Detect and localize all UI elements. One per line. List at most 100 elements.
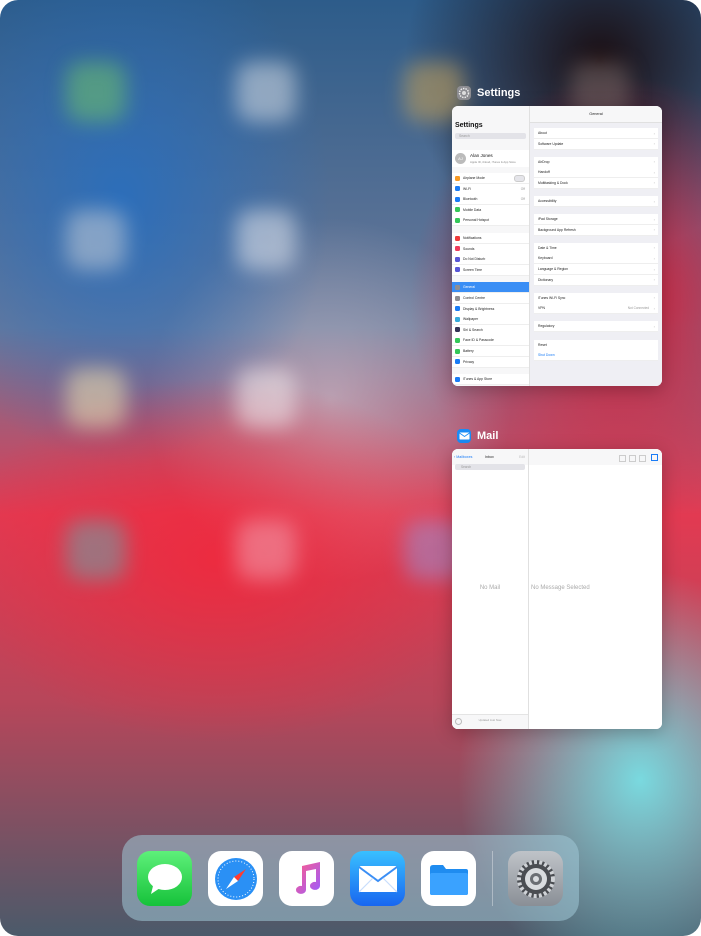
settings-item-label: Battery xyxy=(463,349,474,353)
general-list-item[interactable]: About › xyxy=(534,128,658,139)
general-list-item[interactable]: Background App Refresh › xyxy=(534,224,658,236)
settings-card-title[interactable]: Settings xyxy=(457,86,520,100)
settings-sidebar-item[interactable]: Bluetooth Off xyxy=(452,194,529,206)
general-list-item[interactable]: Date & Time › xyxy=(534,242,658,254)
mailboxes-back-label: Mailboxes xyxy=(456,455,473,459)
mail-card-title[interactable]: Mail xyxy=(457,429,498,443)
settings-item-label: Do Not Disturb xyxy=(463,257,486,262)
settings-sidebar-item[interactable]: Face ID & Passcode xyxy=(452,335,529,347)
settings-item-icon xyxy=(455,246,460,252)
general-item-label: About xyxy=(538,131,547,135)
settings-item-label: Siri & Search xyxy=(463,327,483,332)
settings-sidebar-item[interactable]: Siri & Search xyxy=(452,324,529,336)
settings-item-icon xyxy=(455,337,460,343)
blurred-home-icon xyxy=(66,210,126,270)
settings-item-label: Bluetooth xyxy=(463,197,478,202)
settings-sidebar-item[interactable]: Display & Brightness xyxy=(452,303,529,315)
dock-app-messages[interactable] xyxy=(137,851,192,906)
profile-name: Alan Jones xyxy=(470,153,493,158)
messages-icon xyxy=(147,863,182,894)
settings-sidebar-item[interactable]: Control Centre xyxy=(452,293,529,304)
chevron-right-icon: › xyxy=(653,130,655,136)
general-list-item[interactable]: VPN Not Connected › xyxy=(534,303,658,315)
settings-sidebar-item[interactable]: iTunes & App Store xyxy=(452,374,529,386)
settings-item-label: Airplane Mode xyxy=(463,176,485,180)
settings-profile-row[interactable]: AJ Alan Jones Apple ID, iCloud, iTunes &… xyxy=(452,150,529,167)
general-item-label: VPN xyxy=(538,306,545,311)
settings-sidebar-item[interactable]: Personal Hotspot xyxy=(452,215,529,227)
general-list-item[interactable]: Dictionary › xyxy=(534,274,658,286)
compose-icon[interactable] xyxy=(651,454,658,461)
chevron-right-icon: › xyxy=(653,169,655,175)
settings-app-card[interactable]: Settings Search AJ Alan Jones Apple ID, … xyxy=(452,106,662,386)
settings-item-icon xyxy=(455,359,460,365)
general-list-item[interactable]: Regulatory › xyxy=(534,321,658,333)
trash-icon[interactable] xyxy=(639,455,646,462)
settings-item-label: Display & Brightness xyxy=(463,306,495,311)
chevron-right-icon: › xyxy=(653,323,655,329)
general-list-item[interactable]: Language & Region › xyxy=(534,264,658,275)
settings-sidebar-item[interactable]: Battery xyxy=(452,346,529,357)
flag-icon[interactable] xyxy=(619,455,626,462)
dock-app-safari[interactable] xyxy=(208,851,263,906)
general-item-label: Background App Refresh xyxy=(538,227,576,232)
chevron-right-icon: › xyxy=(653,159,655,165)
app-switcher-screen: Settings Settings Search AJ Alan Jones A… xyxy=(0,0,701,936)
chevron-right-icon: › xyxy=(653,141,655,147)
general-list-item[interactable]: Handoff › xyxy=(534,167,658,179)
general-list-item[interactable]: Multitasking & Dock › xyxy=(534,177,658,189)
settings-general-pane: General About › Software Update › AirDrop › Ha… xyxy=(530,106,662,386)
general-list-item[interactable]: Shut Down xyxy=(534,350,658,362)
chevron-right-icon: › xyxy=(653,180,655,186)
settings-sidebar-item[interactable]: General xyxy=(452,282,529,294)
chevron-right-icon: › xyxy=(653,245,655,251)
settings-sidebar-item[interactable]: Privacy xyxy=(452,356,529,368)
settings-item-icon xyxy=(455,196,460,202)
settings-sidebar-item[interactable]: Airplane Mode xyxy=(452,173,529,184)
dock-app-settings[interactable] xyxy=(508,851,563,906)
settings-item-icon xyxy=(455,295,460,301)
general-list-item[interactable]: iPad Storage › xyxy=(534,214,658,226)
settings-sidebar-item[interactable]: Notifications xyxy=(452,233,529,244)
settings-sidebar-item[interactable]: Screen Time xyxy=(452,264,529,276)
general-list-item[interactable]: AirDrop › xyxy=(534,156,658,168)
settings-item-icon xyxy=(455,327,460,333)
general-list-item[interactable]: iTunes Wi-Fi Sync › xyxy=(534,292,658,304)
general-list-item[interactable]: Reset xyxy=(534,339,658,351)
chevron-right-icon: › xyxy=(653,295,655,301)
general-list-item[interactable]: Accessibility › xyxy=(534,196,658,207)
dock-app-mail[interactable] xyxy=(350,851,405,906)
mailboxes-back-button[interactable]: ‹ Mailboxes xyxy=(454,455,472,459)
settings-item-icon xyxy=(455,217,460,223)
mail-search-field[interactable]: Search xyxy=(455,464,525,470)
settings-sidebar-item[interactable]: Wallpaper xyxy=(452,314,529,326)
settings-item-icon xyxy=(455,348,460,354)
safari-icon xyxy=(214,857,257,900)
mail-search-placeholder: Search xyxy=(461,465,472,469)
mail-footer: Updated Just Now xyxy=(452,714,528,729)
mail-detail-pane: No Message Selected xyxy=(529,449,662,729)
general-item-label: Date & Time xyxy=(538,245,557,250)
settings-search-field[interactable]: Search xyxy=(455,133,526,139)
folder-icon[interactable] xyxy=(629,455,636,462)
settings-sidebar-item[interactable]: Sounds xyxy=(452,243,529,255)
blurred-home-icon xyxy=(66,368,126,428)
general-item-label: Handoff xyxy=(538,170,550,175)
settings-item-label: General xyxy=(463,285,476,290)
general-list-item[interactable]: Software Update › xyxy=(534,138,658,150)
dock-app-files[interactable] xyxy=(421,851,476,906)
chevron-right-icon: › xyxy=(653,216,655,222)
settings-sidebar-item[interactable]: Mobile Data xyxy=(452,204,529,216)
dock-app-music[interactable] xyxy=(279,851,334,906)
settings-sidebar-item[interactable]: Do Not Disturb xyxy=(452,254,529,266)
mail-edit-button[interactable]: Edit xyxy=(519,455,525,459)
mail-app-card[interactable]: ‹ Mailboxes Inbox Edit Search No Mail Up… xyxy=(452,449,662,729)
no-mail-label: No Mail xyxy=(479,585,501,591)
settings-sidebar-item[interactable]: Wi-Fi Off xyxy=(452,183,529,195)
airplane-mode-toggle[interactable] xyxy=(514,174,525,182)
chevron-right-icon: › xyxy=(653,266,655,272)
mail-list-navbar: ‹ Mailboxes Inbox Edit xyxy=(452,449,528,465)
blurred-home-icon xyxy=(236,62,296,122)
mail-detail-toolbar xyxy=(529,449,662,465)
general-list-item[interactable]: Keyboard › xyxy=(534,253,658,265)
